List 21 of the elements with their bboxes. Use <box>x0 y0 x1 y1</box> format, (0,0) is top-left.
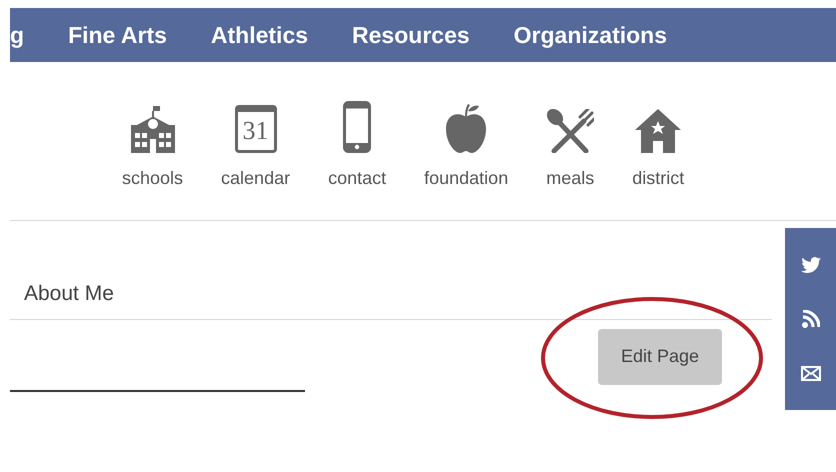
nav-link[interactable]: g <box>10 18 24 52</box>
apple-icon <box>445 103 488 153</box>
rss-icon[interactable] <box>802 310 820 328</box>
edit-page-button[interactable]: Edit Page <box>598 328 722 384</box>
nav-link[interactable]: Resources <box>352 18 470 52</box>
spoon-and-fork-icon <box>546 109 594 153</box>
bird-icon[interactable] <box>800 256 820 273</box>
house-with-star-icon <box>635 109 682 153</box>
nav-link[interactable]: Athletics <box>210 18 308 52</box>
nav-link[interactable]: Fine Arts <box>68 18 167 52</box>
quick-link-label[interactable]: schools <box>122 165 184 192</box>
quick-link-label[interactable]: district <box>632 165 684 192</box>
mail-icon[interactable] <box>800 366 820 382</box>
calendar-icon: 31 <box>234 105 277 153</box>
quick-link-label[interactable]: contact <box>328 165 386 192</box>
nav-link[interactable]: Organizations <box>514 18 668 52</box>
section-title: About Me <box>24 282 114 305</box>
quick-link-label[interactable]: meals <box>546 165 594 192</box>
quick-link-label[interactable]: calendar <box>221 165 290 192</box>
phone-icon <box>343 101 372 153</box>
quick-link-label[interactable]: foundation <box>424 165 508 192</box>
